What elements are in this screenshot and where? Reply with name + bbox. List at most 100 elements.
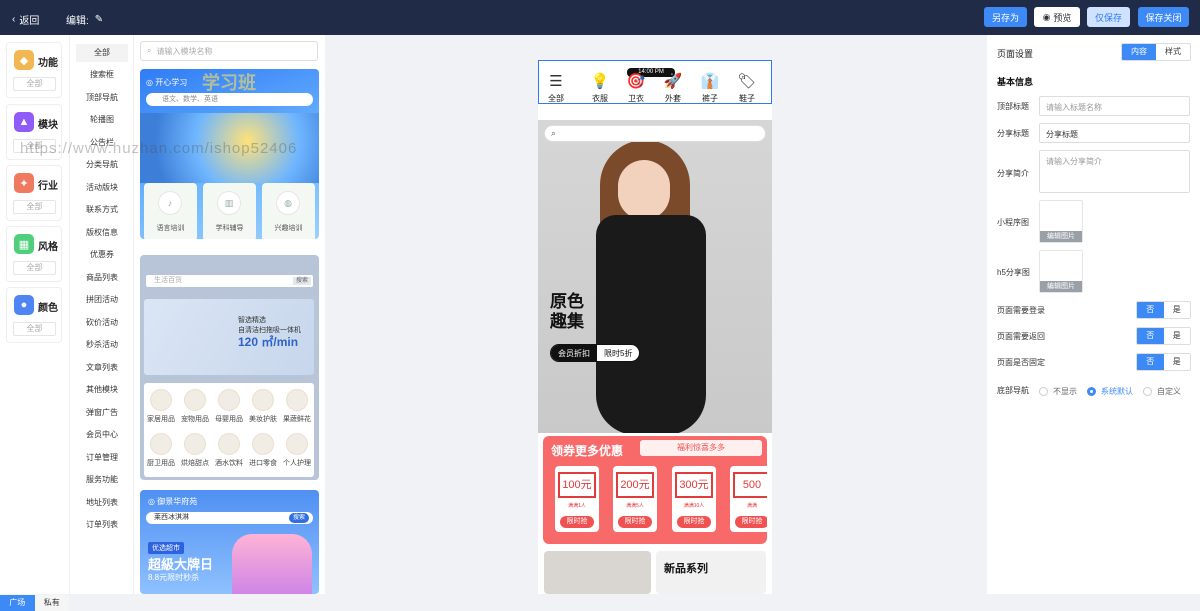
template-thumbnail-supermarket[interactable]: ◎ 御景华府苑 莱西冰淇淋 搜索 优选超市 超級大牌日 8.8元限时秒杀 (140, 490, 319, 594)
speaker-icon: ♪ (158, 191, 182, 215)
share-desc-textarea[interactable]: 请输入分享简介 (1039, 150, 1190, 193)
edit-image-button[interactable]: 编辑图片 (1040, 231, 1082, 242)
no-option[interactable]: 否 (1137, 302, 1164, 318)
coupon-card[interactable]: 300元 满满10人 限时抢 (672, 466, 716, 532)
grid-item: 进口零食 (246, 433, 280, 468)
module-icon: ▲ (14, 112, 34, 132)
module-item[interactable]: 分类导航 (76, 156, 128, 174)
module-item[interactable]: 优惠券 (76, 246, 128, 264)
save-only-button[interactable]: 仅保存 (1087, 7, 1130, 27)
module-item[interactable]: 顶部导航 (76, 89, 128, 107)
product-image[interactable] (544, 551, 651, 594)
thumb-card: ◍ 兴趣培训 (262, 183, 315, 239)
radio-hide[interactable]: 不显示 (1039, 386, 1077, 397)
back-button[interactable]: ‹ 返回 (12, 12, 39, 27)
grab-button[interactable]: 限时抢 (618, 516, 652, 528)
nav-item-shoes[interactable]: 🏷 鞋子 (732, 71, 762, 104)
section-heading: 基本信息 (997, 77, 1034, 87)
coupon-badge: 福利惊喜多多 (640, 440, 762, 456)
module-item[interactable]: 服务功能 (76, 471, 128, 489)
grab-button[interactable]: 限时抢 (677, 516, 711, 528)
module-item[interactable]: 全部 (76, 44, 128, 62)
nav-item-hoodie[interactable]: 🎯 卫衣 (621, 71, 651, 104)
module-item[interactable]: 版权信息 (76, 224, 128, 242)
module-item[interactable]: 砍价活动 (76, 314, 128, 332)
new-series-card[interactable]: 新品系列 (656, 551, 766, 594)
mini-program-image-upload[interactable]: 编辑图片 (1039, 200, 1083, 243)
coupon-card[interactable]: 200元 满满5人 限时抢 (613, 466, 657, 532)
edit-image-button[interactable]: 编辑图片 (1040, 281, 1082, 292)
yes-option[interactable]: 是 (1164, 354, 1191, 370)
tag-icon: 🏷 (737, 73, 757, 90)
top-title-input[interactable]: 请输入标题名称 (1039, 96, 1190, 116)
nav-item-coat[interactable]: 🚀 外套 (658, 71, 688, 104)
palette-icon: ◍ (276, 191, 300, 215)
category-style[interactable]: ▦ 风格 全部 (6, 226, 62, 282)
category-color[interactable]: ● 颜色 全部 (6, 287, 62, 343)
hero-banner[interactable]: 原色 趣集 会员折扣 限时5折 (538, 120, 772, 433)
hero-title: 原色 趣集 (550, 292, 584, 331)
module-item[interactable]: 地址列表 (76, 494, 128, 512)
menu-icon: ☰ (549, 73, 563, 90)
module-item[interactable]: 其他模块 (76, 381, 128, 399)
category-all-button[interactable]: 全部 (13, 77, 56, 91)
no-option[interactable]: 否 (1137, 328, 1164, 344)
yes-option[interactable]: 是 (1164, 302, 1191, 318)
module-item[interactable]: 文章列表 (76, 359, 128, 377)
nav-item-clothes[interactable]: 💡 衣服 (585, 71, 615, 104)
thumb-card: ▥ 学科辅导 (203, 183, 256, 239)
category-all-button[interactable]: 全部 (13, 261, 56, 275)
thumb-search-bar: 莱西冰淇淋 搜索 (146, 512, 313, 524)
grab-button[interactable]: 限时抢 (560, 516, 594, 528)
module-item[interactable]: 弹窗广告 (76, 404, 128, 422)
tab-private[interactable]: 私有 (34, 595, 69, 611)
category-sidebar: ◆ 功能 全部 ▲ 模块 全部 ✦ 行业 全部 ▦ 风格 全部 ● 颜色 全部 … (0, 35, 69, 611)
category-all-button[interactable]: 全部 (13, 322, 56, 336)
template-search-input[interactable]: ⌕ 请输入模块名称 (140, 41, 318, 61)
nav-item-all[interactable]: ☰ 全部 (541, 71, 571, 104)
h5-share-image-upload[interactable]: 编辑图片 (1039, 250, 1083, 293)
tab-style[interactable]: 样式 (1156, 44, 1190, 60)
grab-button[interactable]: 限时抢 (735, 516, 767, 528)
module-item[interactable]: 活动版块 (76, 179, 128, 197)
module-item[interactable]: 搜索框 (76, 66, 128, 84)
module-item[interactable]: 拼团活动 (76, 291, 128, 309)
module-item[interactable]: 订单列表 (76, 516, 128, 534)
coupon-card[interactable]: 500 满满 限时抢 (730, 466, 767, 532)
grid-item: 厨卫用品 (144, 433, 178, 468)
edit-icon[interactable]: ✎ (95, 14, 103, 25)
template-thumbnail-shop[interactable]: 生活百货 搜索 智选精选 自清洁扫拖吸一体机 120 ㎡/min 家居用品 宠物… (140, 255, 319, 480)
fixed-toggle: 否是 (1136, 353, 1191, 371)
radio-custom[interactable]: 自定义 (1143, 386, 1181, 397)
module-item[interactable]: 会员中心 (76, 426, 128, 444)
save-as-button[interactable]: 另存为 (984, 7, 1027, 27)
yes-option[interactable]: 是 (1164, 328, 1191, 344)
coupon-section: 领券更多优惠 福利惊喜多多 100元 满满1人 限时抢 200元 满满5人 限时抢 30… (543, 436, 767, 544)
color-icon: ● (14, 295, 34, 315)
no-option[interactable]: 否 (1137, 354, 1164, 370)
search-icon: ⌕ (551, 128, 557, 138)
save-close-button[interactable]: 保存关闭 (1138, 7, 1189, 27)
coupon-card[interactable]: 100元 满满1人 限时抢 (555, 466, 599, 532)
phone-top-nav[interactable]: 14:00 PM ☰ 全部 💡 衣服 🎯 卫衣 🚀 外套 👔 裤子 🏷 鞋子 (538, 60, 772, 104)
module-item[interactable]: 商品列表 (76, 269, 128, 287)
module-item[interactable]: 秒杀活动 (76, 336, 128, 354)
share-title-input[interactable]: 分享标题 (1039, 123, 1190, 143)
nav-item-pants[interactable]: 👔 裤子 (695, 71, 725, 104)
preview-button[interactable]: ◉ 预览 (1034, 7, 1080, 27)
category-all-button[interactable]: 全部 (13, 200, 56, 214)
category-function[interactable]: ◆ 功能 全部 (6, 42, 62, 98)
module-item[interactable]: 联系方式 (76, 201, 128, 219)
tab-content[interactable]: 内容 (1122, 44, 1156, 60)
tab-plaza[interactable]: 广场 (0, 595, 35, 611)
phone-search-bar[interactable]: ⌕ (544, 125, 766, 142)
radio-default[interactable]: 系统默认 (1087, 386, 1133, 397)
module-item[interactable]: 订单管理 (76, 449, 128, 467)
industry-icon: ✦ (14, 173, 34, 193)
grid-item: 酒水饮料 (212, 433, 246, 468)
grid-item: 家居用品 (144, 389, 178, 424)
grid-item: 美妆护肤 (246, 389, 280, 424)
module-item[interactable]: 轮播图 (76, 111, 128, 129)
edit-title[interactable]: 编辑: ✎ (66, 12, 103, 27)
category-industry[interactable]: ✦ 行业 全部 (6, 165, 62, 221)
